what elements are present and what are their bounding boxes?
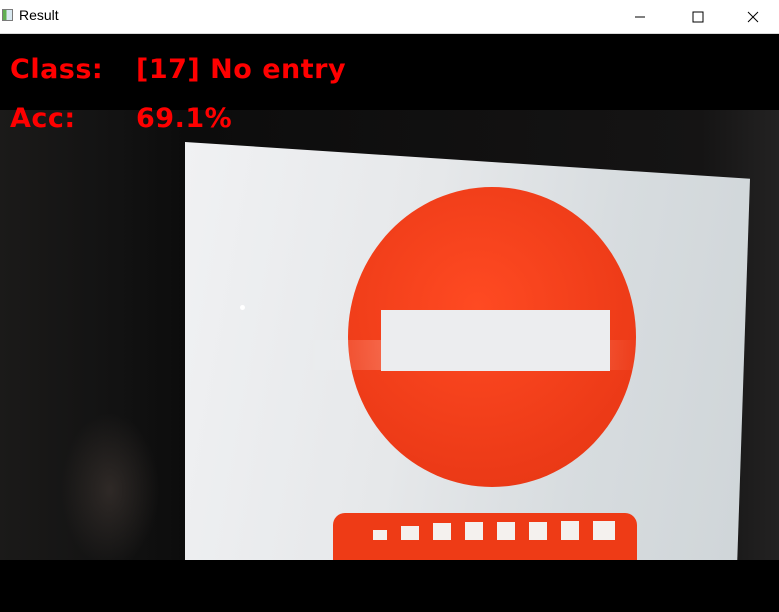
close-icon	[747, 11, 759, 22]
accuracy-value: 69.1%	[136, 103, 233, 134]
minimize-button[interactable]	[611, 0, 669, 33]
plate-lettering-graphic	[373, 521, 615, 540]
maximize-icon	[692, 11, 704, 22]
window-title: Result	[19, 7, 59, 23]
accuracy-label: Acc:	[10, 103, 76, 134]
camera-frame: Class: [17] No entry Acc: 69.1%	[0, 34, 779, 612]
light-reflection-dot	[240, 305, 245, 310]
maximize-button[interactable]	[669, 0, 727, 33]
class-label: Class:	[10, 54, 104, 85]
title-bar: Result	[0, 0, 779, 34]
no-entry-sign-bar	[381, 310, 610, 371]
frame-bottom-band	[0, 560, 779, 612]
app-window-icon	[2, 9, 13, 21]
minimize-icon	[635, 16, 645, 17]
close-button[interactable]	[727, 0, 779, 33]
class-value: [17] No entry	[136, 54, 347, 85]
